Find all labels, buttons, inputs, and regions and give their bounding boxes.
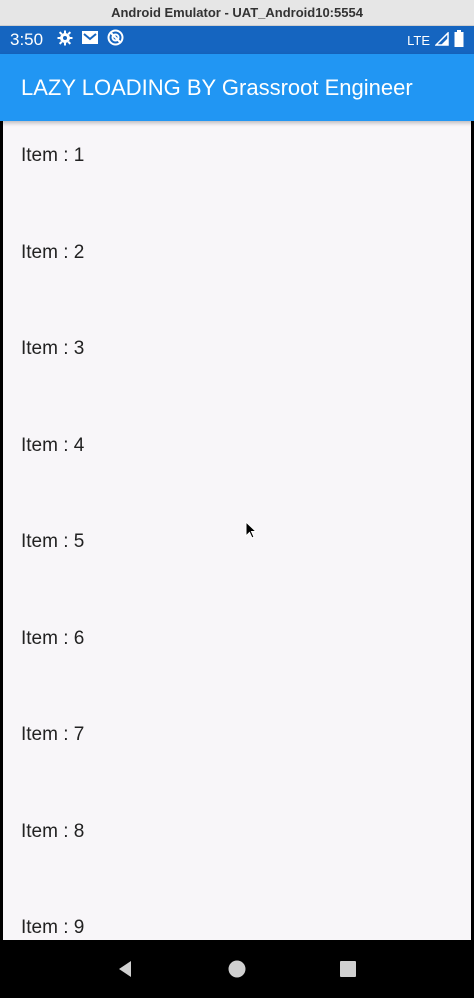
mail-icon [81,30,99,50]
navigation-bar [0,940,474,998]
recents-icon[interactable] [333,954,363,984]
battery-icon [454,30,464,50]
list-view[interactable]: Item : 1 Item : 2 Item : 3 Item : 4 Item… [3,121,471,940]
list-item-label: Item : 4 [21,434,85,456]
list-item[interactable]: Item : 6 [3,604,471,701]
list-item[interactable]: Item : 9 [3,893,471,940]
list-item-label: Item : 2 [21,241,85,263]
list-item-label: Item : 6 [21,627,85,649]
app-bar-title: LAZY LOADING BY Grassroot Engineer [21,74,413,100]
status-icons-left [57,29,124,51]
window-title: Android Emulator - UAT_Android10:5554 [111,5,363,20]
home-icon[interactable] [222,954,252,984]
list-item[interactable]: Item : 2 [3,218,471,315]
status-time: 3:50 [10,30,44,49]
list-item[interactable]: Item : 8 [3,797,471,894]
item-list: Item : 1 Item : 2 Item : 3 Item : 4 Item… [3,121,471,940]
network-type: LTE [407,32,430,48]
gear-icon [57,30,73,51]
emulator-title-bar: Android Emulator - UAT_Android10:5554 [0,0,474,26]
sync-icon [107,29,124,51]
list-item[interactable]: Item : 4 [3,411,471,508]
list-item-label: Item : 1 [21,145,85,166]
list-item[interactable]: Item : 5 [3,507,471,604]
list-item[interactable]: Item : 1 [3,121,471,218]
list-item-label: Item : 7 [21,724,85,745]
signal-icon [434,30,449,49]
status-icons-right: LTE [407,30,464,50]
list-item-label: Item : 8 [21,820,85,842]
list-item[interactable]: Item : 7 [3,700,471,797]
list-item-label: Item : 5 [21,531,85,552]
device-screen: 3:50 LTE LAZY LOADING BY Grassroot Engin… [0,26,474,998]
list-item-label: Item : 3 [21,338,85,359]
list-item[interactable]: Item : 3 [3,314,471,411]
app-bar: LAZY LOADING BY Grassroot Engineer [0,54,474,121]
back-icon[interactable] [111,954,141,984]
status-bar: 3:50 LTE [0,26,474,54]
mouse-pointer-icon [245,520,258,544]
list-item-label: Item : 9 [21,917,85,938]
